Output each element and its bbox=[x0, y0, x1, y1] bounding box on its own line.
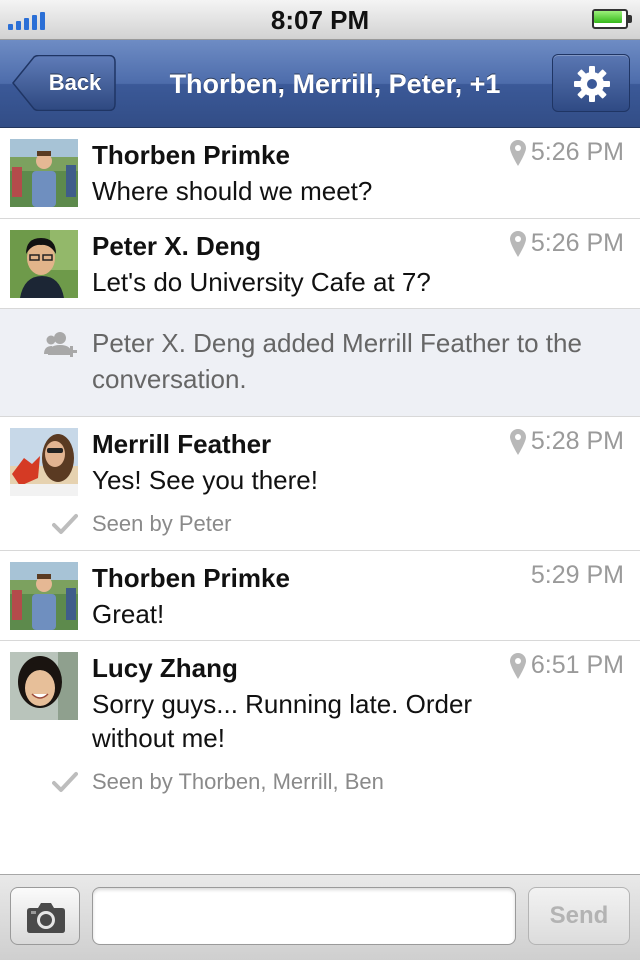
sender-name: Lucy Zhang bbox=[92, 653, 238, 683]
avatar[interactable] bbox=[10, 139, 78, 207]
seen-text: Seen by Peter bbox=[92, 511, 232, 536]
message-item[interactable]: Thorben Primke Where should we meet? 5:2… bbox=[0, 128, 640, 219]
message-text: Where should we meet? bbox=[92, 176, 373, 206]
sender-name: Thorben Primke bbox=[92, 563, 290, 593]
status-bar: 8:07 PM bbox=[0, 0, 640, 40]
message-text: Sorry guys... Running late. Order withou… bbox=[92, 689, 473, 753]
message-time: 6:51 PM bbox=[530, 651, 624, 679]
message-list[interactable]: Thorben Primke Where should we meet? 5:2… bbox=[0, 128, 640, 874]
avatar[interactable] bbox=[10, 428, 78, 496]
message-item[interactable]: Peter X. Deng Let's do University Cafe a… bbox=[0, 219, 640, 309]
system-event-text: Peter X. Deng added Merrill Feather to t… bbox=[92, 328, 582, 394]
back-button[interactable]: Back bbox=[12, 55, 116, 111]
back-button-label: Back bbox=[48, 70, 102, 95]
avatar[interactable] bbox=[10, 652, 78, 720]
seen-text: Seen by Thorben, Merrill, Ben bbox=[92, 769, 384, 794]
navigation-bar: Back Thorben, Merrill, Peter, +1 bbox=[0, 40, 640, 128]
message-item[interactable]: Merrill Feather Yes! See you there! 5:28… bbox=[0, 417, 640, 551]
message-time: 5:26 PM bbox=[530, 229, 624, 257]
avatar[interactable] bbox=[10, 230, 78, 298]
camera-button[interactable] bbox=[10, 887, 80, 945]
location-pin-icon[interactable] bbox=[510, 140, 526, 166]
battery-icon bbox=[592, 9, 632, 29]
message-input[interactable] bbox=[92, 887, 516, 945]
settings-button[interactable] bbox=[552, 54, 630, 112]
status-time: 8:07 PM bbox=[270, 5, 370, 35]
message-item[interactable]: Lucy Zhang Sorry guys... Running late. O… bbox=[0, 641, 640, 831]
checkmark-icon bbox=[52, 514, 78, 534]
gear-icon bbox=[574, 66, 610, 102]
send-button[interactable]: Send bbox=[528, 887, 630, 945]
conversation-title: Thorben, Merrill, Peter, +1 bbox=[169, 69, 501, 99]
sender-name: Peter X. Deng bbox=[92, 231, 262, 261]
camera-icon bbox=[27, 903, 65, 933]
message-time: 5:26 PM bbox=[530, 138, 624, 166]
sender-name: Merrill Feather bbox=[92, 429, 272, 459]
checkmark-icon bbox=[52, 772, 78, 792]
composer-bar: Send bbox=[0, 874, 640, 960]
message-text: Let's do University Cafe at 7? bbox=[92, 267, 431, 297]
message-time: 5:28 PM bbox=[530, 427, 624, 455]
add-people-icon bbox=[44, 332, 77, 357]
avatar[interactable] bbox=[10, 562, 78, 630]
location-pin-icon[interactable] bbox=[510, 653, 526, 679]
message-text: Great! bbox=[92, 599, 165, 629]
location-pin-icon[interactable] bbox=[510, 429, 526, 455]
message-time: 5:29 PM bbox=[530, 561, 624, 589]
system-event: Peter X. Deng added Merrill Feather to t… bbox=[0, 309, 640, 417]
message-text: Yes! See you there! bbox=[92, 465, 318, 495]
sender-name: Thorben Primke bbox=[92, 140, 290, 170]
message-item[interactable]: Thorben Primke Great! 5:29 PM bbox=[0, 551, 640, 641]
location-pin-icon[interactable] bbox=[510, 231, 526, 257]
